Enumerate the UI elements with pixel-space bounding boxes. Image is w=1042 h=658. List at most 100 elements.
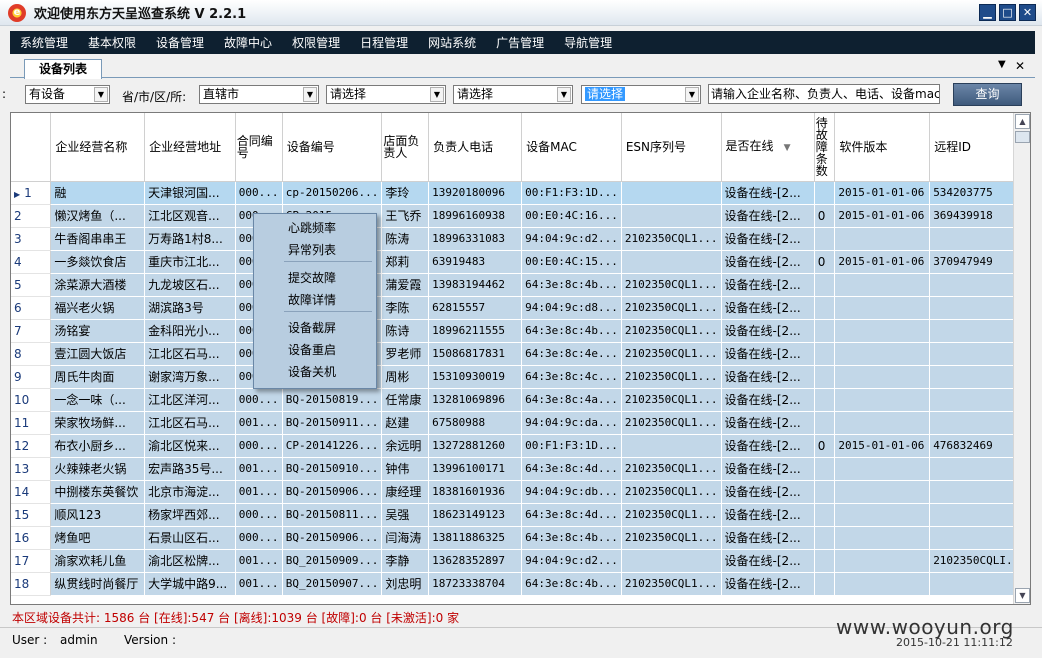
scroll-up-icon[interactable]: ▲ xyxy=(1015,114,1030,129)
col-header-contract[interactable]: 合同编号 xyxy=(235,113,283,182)
cell-software[interactable] xyxy=(834,388,931,412)
cell-manager[interactable]: 李静 xyxy=(381,549,430,573)
row-number[interactable]: 18 xyxy=(11,572,52,596)
cell-online[interactable]: 设备在线-[2... xyxy=(721,181,815,205)
cell-mac[interactable]: 64:3e:8c:4c... xyxy=(521,365,622,389)
cell-phone[interactable]: 13811886325 xyxy=(428,526,523,550)
row-number[interactable]: 11 xyxy=(11,411,52,435)
table-row[interactable]: ▶ 1 融天津银河国... 000... cp-20150206... 李玲 1392018… xyxy=(11,181,1030,205)
cell-address[interactable]: 宏声路35号... xyxy=(144,457,236,481)
row-number[interactable]: 16 xyxy=(11,526,52,550)
col-header-software[interactable]: 软件版本 xyxy=(834,113,931,182)
cell-phone[interactable]: 13628352897 xyxy=(428,549,523,573)
ctx-heartbeat[interactable]: 心跳频率 xyxy=(288,219,336,236)
cell-online[interactable]: 设备在线-[2... xyxy=(721,457,815,481)
cell-software[interactable] xyxy=(834,342,931,366)
menu-ads[interactable]: 广告管理 xyxy=(496,34,544,51)
table-row[interactable]: 11 荣家牧场鲜... 江北区石马... 001... BQ-20150911... 赵建… xyxy=(11,411,1030,435)
cell-manager[interactable]: 余远明 xyxy=(381,434,430,458)
cell-fault-count[interactable] xyxy=(814,572,836,596)
cell-name[interactable]: 火辣辣老火锅 xyxy=(50,457,146,481)
cell-esn[interactable]: 2102350CQL1... xyxy=(621,365,722,389)
city-select[interactable]: 请选择 ▼ xyxy=(326,85,446,104)
cell-software[interactable] xyxy=(834,526,931,550)
cell-esn[interactable]: 2102350CQL1... xyxy=(621,503,722,527)
cell-phone[interactable]: 13272881260 xyxy=(428,434,523,458)
menu-system[interactable]: 系统管理 xyxy=(20,34,68,51)
table-row[interactable]: 12 布衣小厨乡... 渝北区悦来... 000... CP-20141226... 余远… xyxy=(11,434,1030,458)
table-row[interactable]: 5涂菜源大酒楼九龙坡区石...000...蒲爱霞1398319446264:3e… xyxy=(11,273,1030,297)
row-number[interactable]: 10 xyxy=(11,388,52,412)
cell-online[interactable]: 设备在线-[2... xyxy=(721,549,815,573)
cell-mac[interactable]: 64:3e:8c:4b... xyxy=(521,572,622,596)
cell-contract[interactable]: 000... xyxy=(235,434,283,458)
cell-address[interactable]: 渝北区松牌... xyxy=(144,549,236,573)
device-select[interactable]: 有设备 ▼ xyxy=(25,85,110,104)
cell-contract[interactable]: 001... xyxy=(235,480,283,504)
cell-device-no[interactable]: BQ-20150910... xyxy=(282,457,383,481)
cell-manager[interactable]: 钟伟 xyxy=(381,457,430,481)
cell-fault-count[interactable] xyxy=(814,319,836,343)
cell-esn[interactable]: 2102350CQL1... xyxy=(621,480,722,504)
cell-software[interactable]: 2015-01-01-06 xyxy=(834,181,931,205)
cell-online[interactable]: 设备在线-[2... xyxy=(721,319,815,343)
cell-software[interactable]: 2015-01-01-06 xyxy=(834,434,931,458)
cell-address[interactable]: 北京市海淀... xyxy=(144,480,236,504)
cell-address[interactable]: 谢家湾万象... xyxy=(144,365,236,389)
table-row[interactable]: 17 渝家欢耗儿鱼 渝北区松牌... 001... BQ_20150909... 李静 13… xyxy=(11,549,1030,573)
row-number[interactable]: 2 xyxy=(11,204,52,228)
cell-online[interactable]: 设备在线-[2... xyxy=(721,503,815,527)
cell-mac[interactable]: 64:3e:8c:4a... xyxy=(521,388,622,412)
col-header-fault-count[interactable]: 待故障条数 xyxy=(814,113,836,182)
cell-esn[interactable]: 2102350CQL1... xyxy=(621,388,722,412)
cell-esn[interactable]: 2102350CQL1... xyxy=(621,227,722,251)
station-select[interactable]: 请选择 ▼ xyxy=(581,85,701,104)
cell-phone[interactable]: 18996331083 xyxy=(428,227,523,251)
cell-mac[interactable]: 94:04:9c:d2... xyxy=(521,227,622,251)
cell-address[interactable]: 万寿路1村8... xyxy=(144,227,236,251)
cell-manager[interactable]: 周彬 xyxy=(381,365,430,389)
row-number[interactable]: 8 xyxy=(11,342,52,366)
tab-dropdown-icon[interactable]: ▼ xyxy=(998,59,1006,70)
cell-online[interactable]: 设备在线-[2... xyxy=(721,204,815,228)
cell-esn[interactable]: 2102350CQL1... xyxy=(621,319,722,343)
cell-manager[interactable]: 李陈 xyxy=(381,296,430,320)
ctx-submit-fault[interactable]: 提交故障 xyxy=(288,269,336,286)
minimize-button[interactable]: ▁ xyxy=(979,4,996,21)
col-header-mac[interactable]: 设备MAC xyxy=(521,113,622,182)
menu-fault-center[interactable]: 故障中心 xyxy=(224,34,272,51)
ctx-shutdown[interactable]: 设备关机 xyxy=(288,363,336,380)
ctx-fault-detail[interactable]: 故障详情 xyxy=(288,291,336,308)
cell-mac[interactable]: 64:3e:8c:4b... xyxy=(521,526,622,550)
cell-manager[interactable]: 康经理 xyxy=(381,480,430,504)
cell-esn[interactable] xyxy=(621,434,722,458)
cell-manager[interactable]: 刘忠明 xyxy=(381,572,430,596)
cell-phone[interactable]: 13996100171 xyxy=(428,457,523,481)
cell-phone[interactable]: 18381601936 xyxy=(428,480,523,504)
cell-manager[interactable]: 蒲爱霞 xyxy=(381,273,430,297)
cell-manager[interactable]: 吴强 xyxy=(381,503,430,527)
cell-phone[interactable]: 18996211555 xyxy=(428,319,523,343)
ctx-exceptions[interactable]: 异常列表 xyxy=(288,241,336,258)
table-row[interactable]: 14 中捌楼东英餐饮 北京市海淀... 001... BQ-20150906... 康经理… xyxy=(11,480,1030,504)
cell-online[interactable]: 设备在线-[2... xyxy=(721,526,815,550)
cell-mac[interactable]: 00:F1:F3:1D... xyxy=(521,181,622,205)
cell-esn[interactable] xyxy=(621,181,722,205)
cell-manager[interactable]: 陈诗 xyxy=(381,319,430,343)
cell-phone[interactable]: 62815557 xyxy=(428,296,523,320)
cell-address[interactable]: 江北区石马... xyxy=(144,411,236,435)
cell-phone[interactable]: 15086817831 xyxy=(428,342,523,366)
table-row[interactable]: 16 烤鱼吧 石景山区石... 000... BQ-20150906... 闫海涛 1381… xyxy=(11,526,1030,550)
cell-phone[interactable]: 15310930019 xyxy=(428,365,523,389)
cell-address[interactable]: 金科阳光小... xyxy=(144,319,236,343)
cell-esn[interactable]: 2102350CQL1... xyxy=(621,457,722,481)
cell-fault-count[interactable]: 0 xyxy=(814,204,836,228)
cell-name[interactable]: 一多燚饮食店 xyxy=(50,250,146,274)
cell-esn[interactable] xyxy=(621,549,722,573)
table-row[interactable]: 15 顺风123 杨家坪西郊... 000... BQ-20150811... 吴强 186… xyxy=(11,503,1030,527)
row-number[interactable]: 14 xyxy=(11,480,52,504)
cell-fault-count[interactable] xyxy=(814,411,836,435)
cell-contract[interactable]: 000... xyxy=(235,388,283,412)
cell-esn[interactable] xyxy=(621,204,722,228)
cell-address[interactable]: 江北区观音... xyxy=(144,204,236,228)
